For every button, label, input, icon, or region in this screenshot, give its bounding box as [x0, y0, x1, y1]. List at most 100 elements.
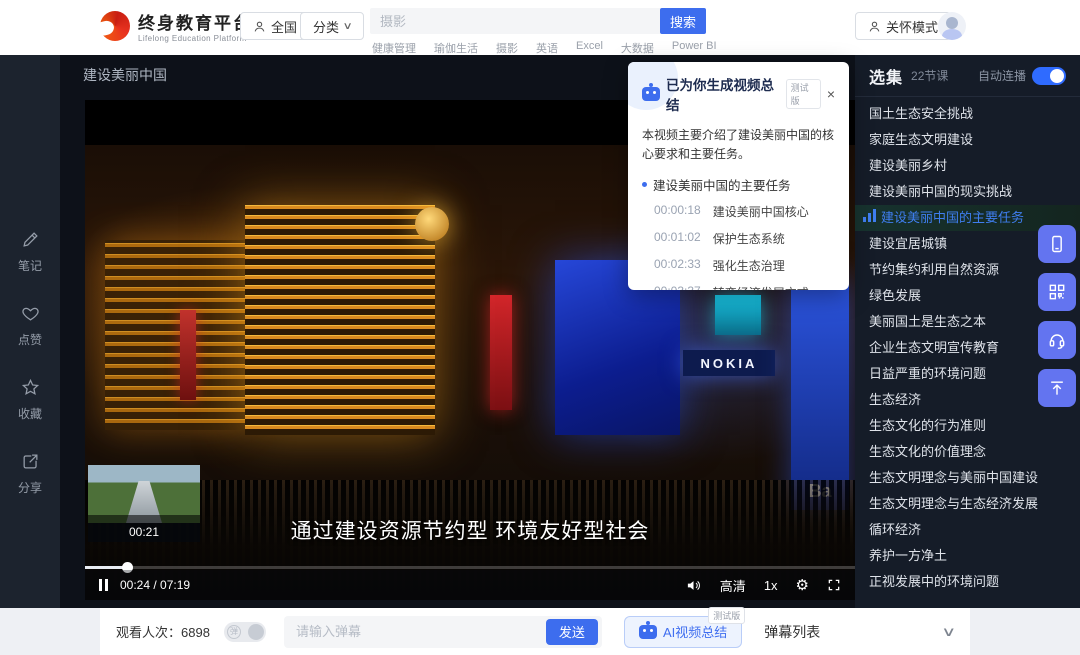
rail-item-label: 点赞 — [18, 331, 42, 348]
settings-gear-icon[interactable]: ⚙ — [796, 576, 809, 594]
chapter-row[interactable]: 00:01:02 保护生态系统 — [642, 225, 835, 252]
sidebar-header: 选集 22节课 自动连播 — [855, 55, 1080, 97]
search-input[interactable] — [370, 8, 660, 34]
chapter-time: 00:02:33 — [654, 257, 701, 274]
episode-item[interactable]: 国土生态安全挑战 — [855, 101, 1080, 127]
chapter-time: 00:00:18 — [654, 203, 701, 220]
speed-button[interactable]: 1x — [764, 578, 778, 593]
logo-icon — [100, 11, 130, 41]
preview-thumbnail: 00:21 — [88, 465, 200, 542]
hot-tag[interactable]: 摄影 — [496, 40, 518, 56]
care-mode-label: 关怀模式 — [886, 17, 938, 36]
episode-item[interactable]: 生态文化的行为准则 — [855, 413, 1080, 439]
ai-summary-popup: 已为你生成视频总结 测试版 × 本视频主要介绍了建设美丽中国的核心要求和主要任务… — [628, 62, 849, 290]
ai-summary-button[interactable]: AI视频总结 测试版 — [624, 616, 742, 648]
headset-icon — [1047, 330, 1067, 350]
logo-subtitle: Lifelong Education Platform — [138, 34, 252, 43]
collapse-chevron-icon[interactable]: ∨ — [942, 624, 957, 640]
volume-button[interactable] — [685, 578, 702, 593]
beta-badge: 测试版 — [708, 607, 745, 624]
mobile-icon — [1047, 234, 1067, 254]
time-label: 00:24 / 07:19 — [120, 578, 190, 592]
rail-item-笔记[interactable]: 笔记 — [0, 230, 60, 274]
episode-item[interactable]: 正视发展中的环境问题 — [855, 569, 1080, 595]
send-button[interactable]: 发送 — [546, 619, 598, 645]
chapter-row[interactable]: 00:03:37 转变经济发展方式 — [642, 279, 835, 290]
pencil-icon — [21, 230, 40, 252]
player-controls: 00:24 / 07:19 高清 1x ⚙ — [85, 570, 855, 600]
care-mode-button[interactable]: 关怀模式 — [855, 12, 951, 40]
episode-item[interactable]: 生态文化的价值理念 — [855, 439, 1080, 465]
hot-tag[interactable]: Excel — [576, 40, 603, 56]
hot-search-tags: 健康管理 瑜伽生活 摄影 英语 Excel 大数据 Power BI — [372, 40, 717, 56]
autoplay-toggle[interactable] — [1032, 67, 1066, 85]
episode-item[interactable]: 养护一方净土 — [855, 543, 1080, 569]
qrcode-icon — [1047, 282, 1067, 302]
hot-tag[interactable]: 英语 — [536, 40, 558, 56]
rail-item-点赞[interactable]: 点赞 — [0, 304, 60, 348]
bottom-bar: 观看人次：6898 弹 发送 AI视频总结 测试版 弹幕列表 ∨ — [0, 608, 1080, 655]
chapter-label: 保护生态系统 — [713, 230, 785, 247]
headset-button[interactable] — [1038, 321, 1076, 359]
neon-sign — [180, 310, 196, 400]
episode-item[interactable]: 家庭生态文明建设 — [855, 127, 1080, 153]
danmaku-input[interactable] — [296, 624, 546, 639]
neon-sign — [715, 295, 761, 335]
danmaku-toggle[interactable]: 弹 — [224, 622, 266, 642]
search-button[interactable]: 搜索 — [660, 8, 706, 34]
chapter-row[interactable]: 00:02:33强化生态治理 — [642, 252, 835, 279]
rail-item-分享[interactable]: 分享 — [0, 452, 60, 496]
autoplay-label: 自动连播 — [978, 67, 1026, 84]
qrcode-button[interactable] — [1038, 273, 1076, 311]
chapter-list: 00:00:18 建设美丽中国核心 00:01:02 保护生态系统 00:02:33强化… — [642, 198, 835, 290]
viewers-counter: 观看人次：6898 — [116, 622, 210, 641]
viewers-count: 6898 — [181, 625, 210, 640]
region-button-label: 全国 — [271, 17, 297, 36]
hot-tag[interactable]: 瑜伽生活 — [434, 40, 478, 56]
chapter-label: 转变经济发展方式 — [713, 284, 809, 290]
neon-sign — [490, 295, 512, 410]
fullscreen-icon — [827, 578, 841, 592]
neon-sign-text: NOKIA — [683, 350, 775, 376]
video-title: 建设美丽中国 — [83, 65, 167, 85]
floating-buttons — [1038, 225, 1076, 407]
episode-item[interactable]: 建设美丽乡村 — [855, 153, 1080, 179]
bullet-dot — [642, 182, 647, 187]
progress-bar[interactable] — [85, 566, 855, 569]
chapter-label: 建设美丽中国核心 — [713, 203, 809, 220]
episode-item[interactable]: 循环经济 — [855, 517, 1080, 543]
danmaku-list-label: 弹幕列表 — [764, 622, 820, 642]
chapter-row[interactable]: 00:00:18 建设美丽中国核心 — [642, 198, 835, 225]
pause-button[interactable] — [99, 579, 108, 591]
main-area: 笔记点赞收藏分享 建设美丽中国 NOKIA Ba 通过建设资源节约型 环境友好型… — [0, 55, 1080, 608]
rail-item-收藏[interactable]: 收藏 — [0, 378, 60, 422]
user-avatar[interactable] — [938, 12, 966, 40]
danmaku-panel: 观看人次：6898 弹 发送 AI视频总结 测试版 弹幕列表 ∨ — [100, 608, 970, 655]
quality-button[interactable]: 高清 — [720, 576, 746, 595]
left-action-rail: 笔记点赞收藏分享 — [0, 55, 60, 608]
video-subtitle: 通过建设资源节约型 环境友好型社会 — [85, 515, 855, 545]
category-button-label: 分类 — [313, 17, 339, 36]
category-button[interactable]: 分类 ∨ — [300, 12, 364, 40]
heart-icon — [21, 304, 40, 326]
episode-item[interactable]: 建设美丽中国的现实挑战 — [855, 179, 1080, 205]
star-icon — [21, 378, 40, 400]
top-header: 终身教育平台 Lifelong Education Platform 全国 分类… — [0, 0, 1080, 55]
hot-tag[interactable]: 健康管理 — [372, 40, 416, 56]
rail-item-label: 收藏 — [18, 405, 42, 422]
episode-item[interactable]: 生态文明理念与生态经济发展 — [855, 491, 1080, 517]
chevron-down-icon: ∨ — [343, 21, 353, 32]
platform-logo[interactable]: 终身教育平台 Lifelong Education Platform — [100, 9, 252, 43]
chapter-time: 00:01:02 — [654, 230, 701, 247]
robot-icon — [639, 625, 657, 639]
ai-summary-text: 本视频主要介绍了建设美丽中国的核心要求和主要任务。 — [642, 126, 835, 163]
fullscreen-button[interactable] — [827, 578, 841, 592]
back-to-top-button[interactable] — [1038, 369, 1076, 407]
mobile-button[interactable] — [1038, 225, 1076, 263]
speaker-icon — [685, 578, 702, 593]
chapter-time: 00:03:37 — [654, 284, 701, 290]
hot-tag[interactable]: 大数据 — [621, 40, 654, 56]
close-icon[interactable]: × — [827, 87, 835, 101]
episode-item[interactable]: 生态文明理念与美丽中国建设 — [855, 465, 1080, 491]
hot-tag[interactable]: Power BI — [672, 40, 717, 56]
